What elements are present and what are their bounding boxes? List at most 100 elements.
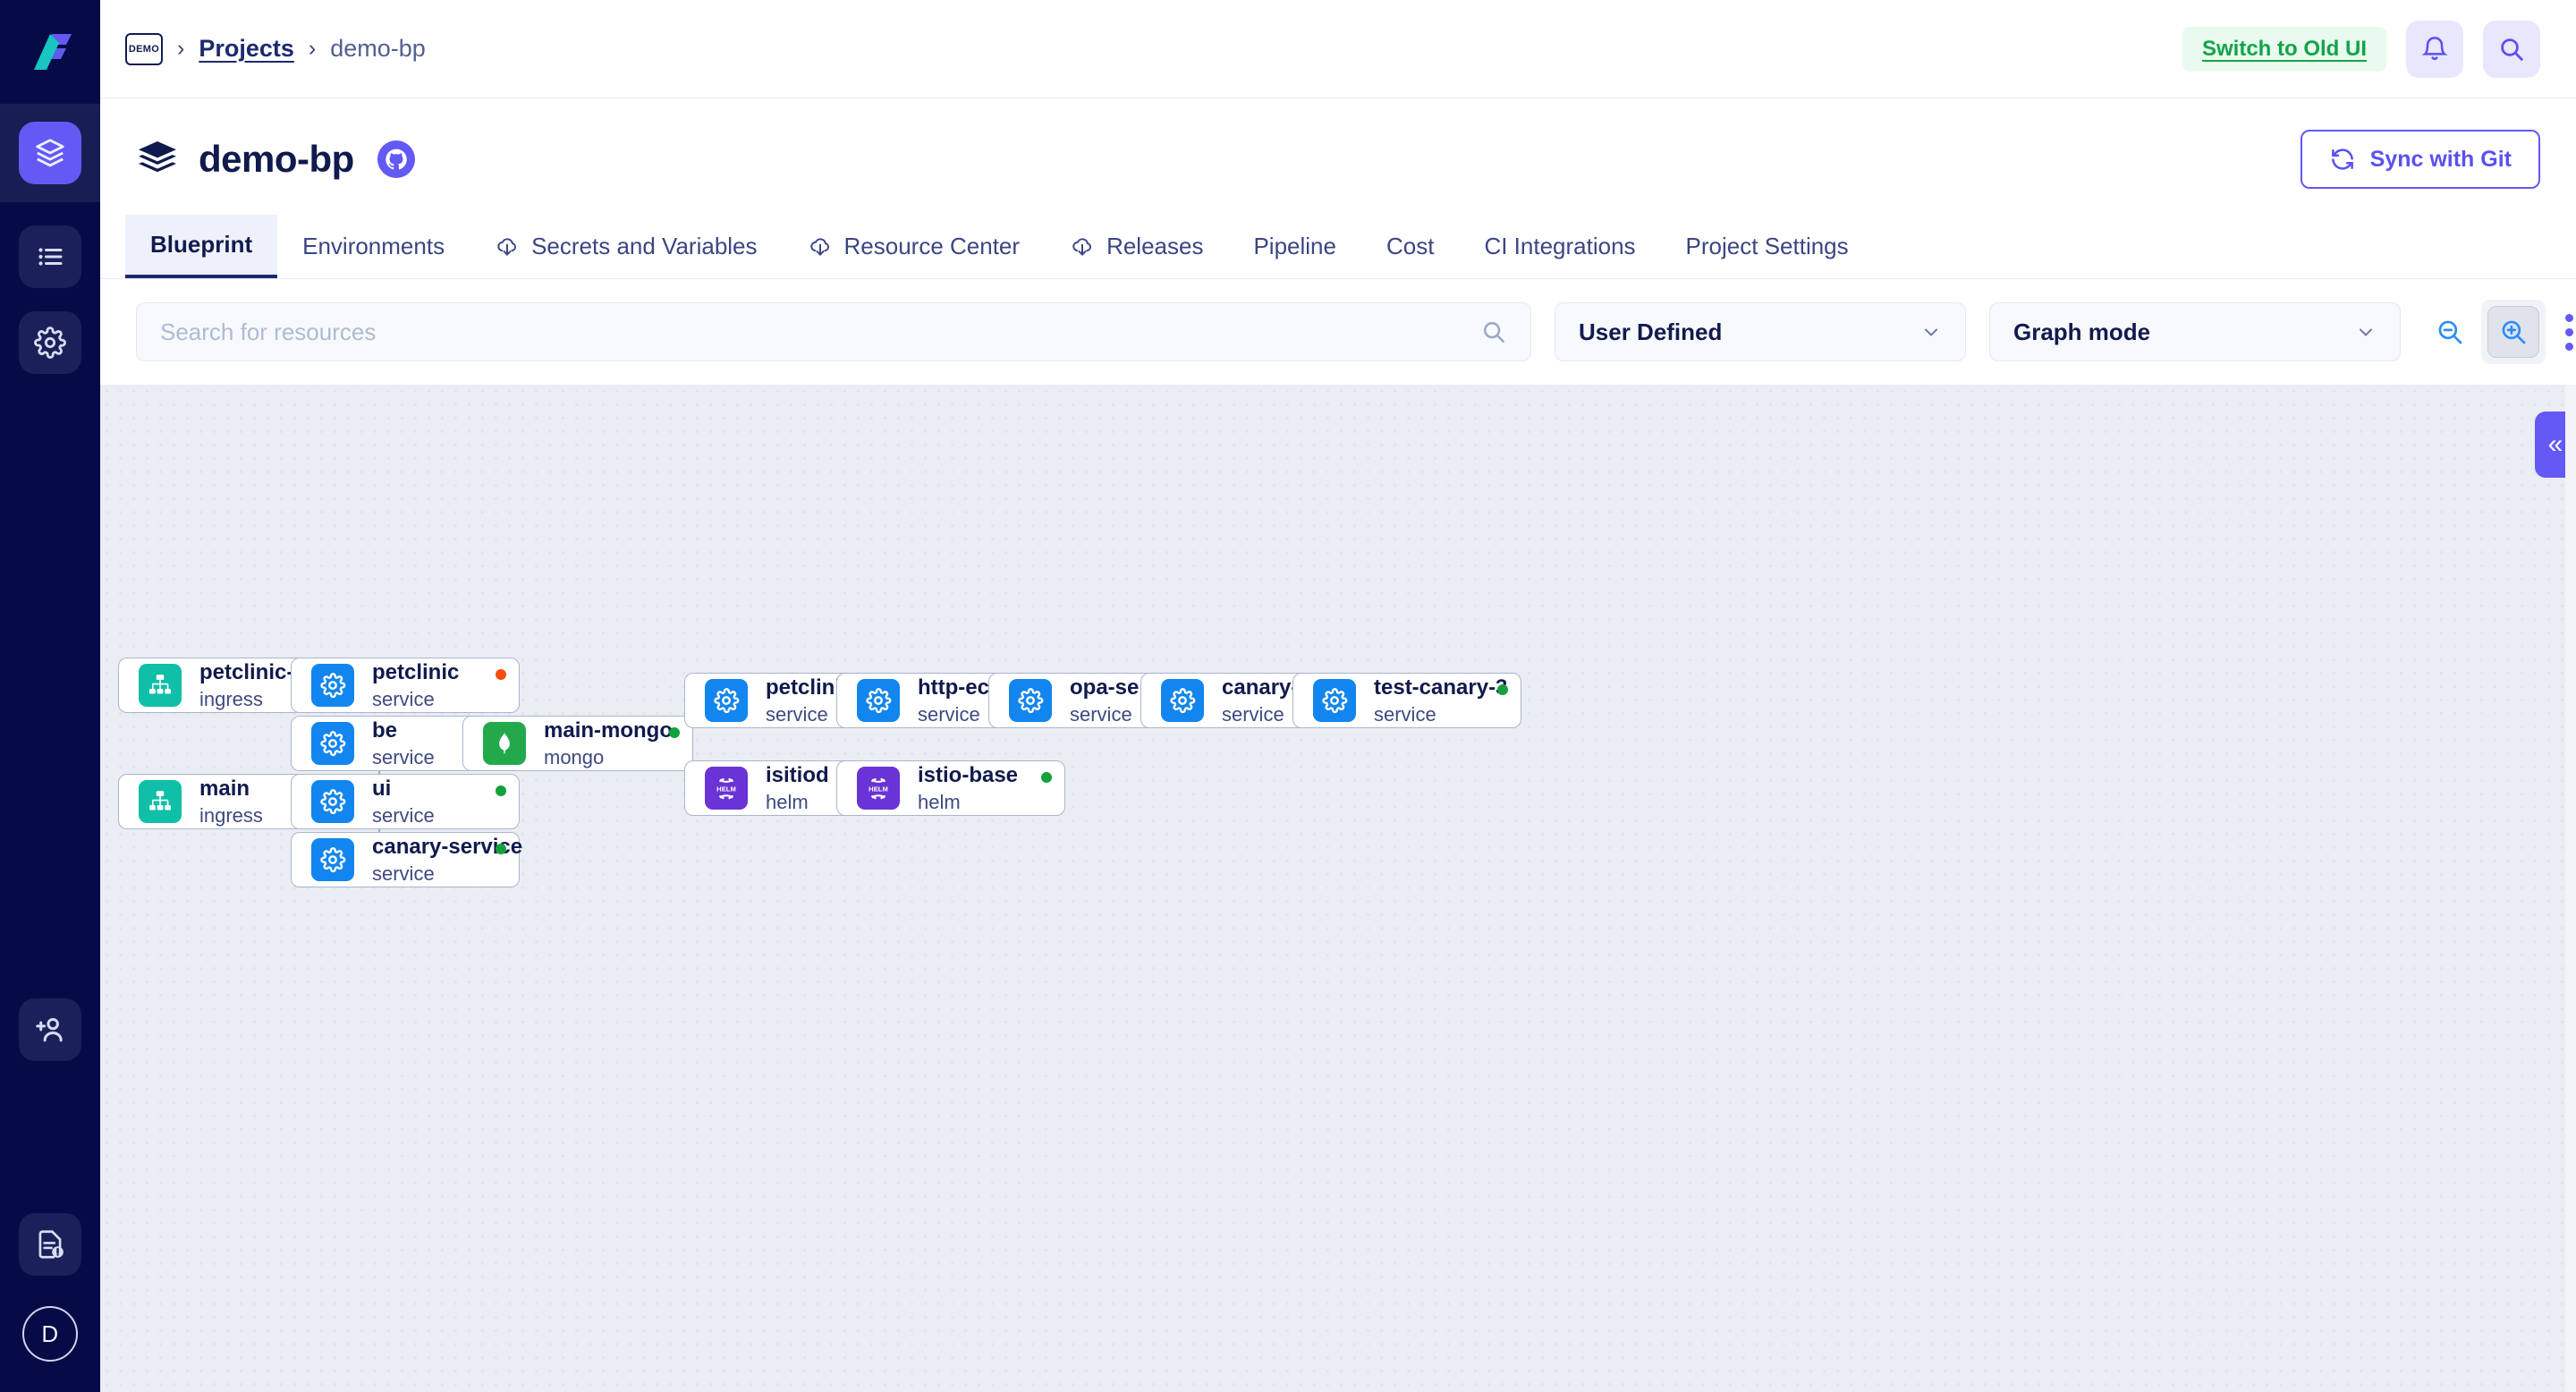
- graph-node-istio-base[interactable]: HELMistio-basehelm: [836, 760, 1065, 816]
- tab-pipeline[interactable]: Pipeline: [1228, 215, 1361, 278]
- graph-node-name: isitiod: [766, 763, 829, 788]
- chevron-down-icon: [1920, 321, 1942, 343]
- notifications-button[interactable]: [2406, 21, 2463, 78]
- gear-icon: [311, 664, 354, 707]
- graph-node-name: canary-service: [372, 835, 499, 860]
- search-input[interactable]: [160, 318, 1480, 346]
- graph-node-test-canary-3[interactable]: test-canary-3service: [1292, 673, 1521, 728]
- org-demo-icon[interactable]: DEMO: [125, 33, 163, 65]
- graph-node-main-mongo[interactable]: main-mongomongo: [462, 716, 693, 771]
- left-nav-rail: D: [0, 0, 100, 1392]
- org-badge-label: DEMO: [129, 44, 159, 55]
- avatar[interactable]: D: [22, 1306, 78, 1362]
- graph-node-kind: service: [372, 804, 435, 828]
- gear-icon: [1017, 687, 1044, 714]
- leaf-icon: [483, 722, 526, 765]
- tab-label: Blueprint: [150, 231, 252, 259]
- breadcrumb-separator-1: ›: [177, 36, 184, 62]
- graph-node-petclinic[interactable]: petclinicservice: [291, 658, 520, 713]
- graph-node-text: uiservice: [372, 777, 435, 828]
- switch-to-old-ui-link[interactable]: Switch to Old UI: [2182, 27, 2386, 72]
- sidebar-item-list[interactable]: [19, 225, 81, 288]
- graph-node-text: mainingress: [199, 777, 263, 828]
- svg-text:HELM: HELM: [716, 785, 736, 793]
- graph-toolbar: User Defined Graph mode: [100, 279, 2576, 385]
- search-icon: [1480, 318, 1507, 345]
- status-badge: [496, 669, 506, 680]
- cloud-download-icon: [495, 234, 520, 259]
- status-badge: [1497, 684, 1508, 695]
- sidebar-item-blueprints[interactable]: [0, 104, 100, 202]
- graph-node-name: be: [372, 718, 435, 743]
- zoom-in-button-wrapper: [2481, 300, 2546, 364]
- zoom-out-icon: [2435, 317, 2465, 347]
- breadcrumb-link-projects[interactable]: Projects: [199, 35, 294, 63]
- graph-node-name: ui: [372, 777, 435, 802]
- sync-with-git-button[interactable]: Sync with Git: [2301, 130, 2540, 189]
- status-badge: [669, 727, 680, 738]
- sitemap-icon: [139, 780, 182, 823]
- zoom-out-button[interactable]: [2424, 306, 2476, 358]
- top-bar: DEMO › Projects › demo-bp Switch to Old …: [100, 0, 2576, 98]
- tab-label: Resource Center: [844, 233, 1021, 260]
- tab-ci-integrations[interactable]: CI Integrations: [1459, 215, 1660, 278]
- zoom-controls: [2424, 300, 2576, 364]
- breadcrumb-current-project: demo-bp: [330, 35, 426, 63]
- blueprint-graph-canvas[interactable]: « petclinic-ingr...ingresspetclinicservi…: [100, 385, 2576, 1392]
- view-mode-select[interactable]: Graph mode: [1989, 302, 2401, 361]
- graph-node-text: canary-serviceservice: [372, 835, 499, 886]
- search-resources-box[interactable]: [136, 302, 1531, 361]
- sitemap-icon: [147, 672, 174, 699]
- zoom-in-button[interactable]: [2487, 306, 2539, 358]
- breadcrumb-separator-2: ›: [309, 36, 316, 62]
- graph-node-kind: service: [1374, 703, 1501, 726]
- gear-icon: [319, 846, 346, 873]
- flow-logo-icon[interactable]: [21, 23, 79, 81]
- sidebar-item-settings[interactable]: [19, 311, 81, 374]
- chevron-down-icon: [2355, 321, 2377, 343]
- graph-node-ui[interactable]: uiservice: [291, 774, 520, 829]
- tab-blueprint[interactable]: Blueprint: [125, 215, 277, 278]
- tab-label: Environments: [302, 233, 445, 260]
- rail-bottom-items: D: [19, 998, 81, 1392]
- tab-cost[interactable]: Cost: [1361, 215, 1459, 278]
- graph-node-kind: helm: [918, 791, 1018, 814]
- tab-label: Project Settings: [1686, 233, 1849, 260]
- topbar-actions: Switch to Old UI: [2182, 21, 2540, 78]
- breadcrumb: DEMO › Projects › demo-bp: [125, 33, 426, 65]
- project-tabs: Blueprint Environments Secrets and Variabl…: [100, 215, 2576, 279]
- kebab-menu-icon: [2565, 328, 2573, 336]
- sitemap-icon: [139, 664, 182, 707]
- more-options-button[interactable]: [2565, 314, 2573, 351]
- search-icon: [2497, 35, 2526, 64]
- sidebar-item-docs[interactable]: [19, 1213, 81, 1276]
- sidebar-item-invite-user[interactable]: [19, 998, 81, 1061]
- global-search-button[interactable]: [2483, 21, 2540, 78]
- leaf-icon: [492, 731, 517, 756]
- gear-icon: [319, 730, 346, 757]
- github-icon[interactable]: [377, 140, 415, 178]
- graph-node-text: main-mongomongo: [544, 718, 673, 769]
- graph-node-canary-service[interactable]: canary-serviceservice: [291, 832, 520, 887]
- graph-node-kind: service: [372, 746, 435, 769]
- graph-node-name: main: [199, 777, 263, 802]
- project-header: demo-bp Sync with Git: [100, 98, 2576, 220]
- graph-node-name: petclinic: [372, 660, 459, 685]
- graph-node-text: istio-basehelm: [918, 763, 1018, 814]
- graph-node-text: isitiod helm: [766, 763, 829, 814]
- gear-icon: [1169, 687, 1196, 714]
- gear-icon: [34, 327, 66, 359]
- gear-icon: [311, 780, 354, 823]
- tab-resource-center[interactable]: Resource Center: [783, 215, 1046, 278]
- graph-node-kind: helm: [766, 791, 829, 814]
- kebab-menu-icon: [2565, 314, 2573, 322]
- canvas-scrollbar[interactable]: [2565, 385, 2576, 1392]
- tab-secrets-and-variables[interactable]: Secrets and Variables: [470, 215, 782, 278]
- tab-project-settings[interactable]: Project Settings: [1661, 215, 1874, 278]
- page-title: demo-bp: [199, 138, 354, 181]
- filter-select[interactable]: User Defined: [1555, 302, 1966, 361]
- gear-icon: [311, 838, 354, 881]
- tab-releases[interactable]: Releases: [1045, 215, 1228, 278]
- gear-icon: [1313, 679, 1356, 722]
- tab-environments[interactable]: Environments: [277, 215, 470, 278]
